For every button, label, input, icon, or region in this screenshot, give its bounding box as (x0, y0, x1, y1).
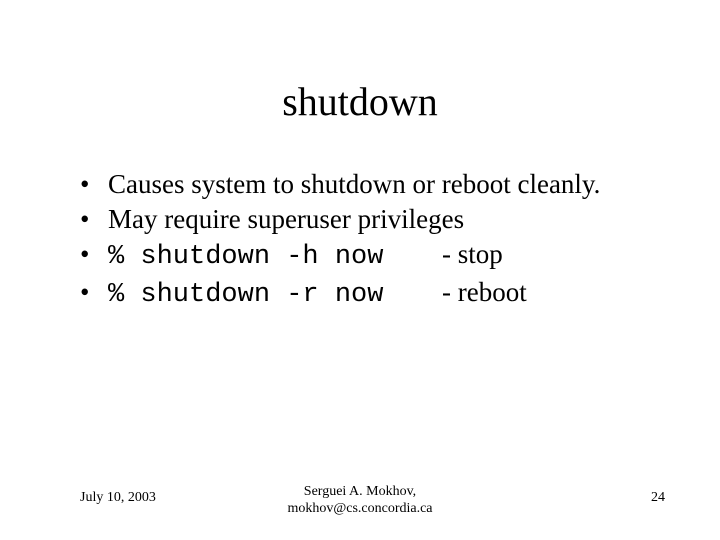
bullet-text: Causes system to shutdown or reboot clea… (108, 169, 600, 199)
command-text: % shutdown -r now (108, 279, 442, 312)
bullet-list: Causes system to shutdown or reboot clea… (80, 168, 660, 312)
slide-title: shutdown (0, 78, 720, 125)
bullet-item: Causes system to shutdown or reboot clea… (80, 168, 660, 201)
footer-author-line2: mokhov@cs.concordia.ca (287, 501, 432, 516)
slide: shutdown Causes system to shutdown or re… (0, 0, 720, 540)
bullet-item: May require superuser privileges (80, 203, 660, 236)
bullet-item: % shutdown -h now- stop (80, 238, 660, 274)
footer-page-number: 24 (651, 490, 665, 506)
bullet-text: May require superuser privileges (108, 204, 464, 234)
command-desc: - stop (442, 239, 503, 269)
slide-body: Causes system to shutdown or reboot clea… (80, 168, 660, 314)
footer-author: Serguei A. Mokhov, mokhov@cs.concordia.c… (0, 484, 720, 518)
footer-author-line1: Serguei A. Mokhov, (304, 484, 416, 499)
command-text: % shutdown -h now (108, 241, 442, 274)
bullet-item: % shutdown -r now- reboot (80, 276, 660, 312)
command-desc: - reboot (442, 277, 527, 307)
